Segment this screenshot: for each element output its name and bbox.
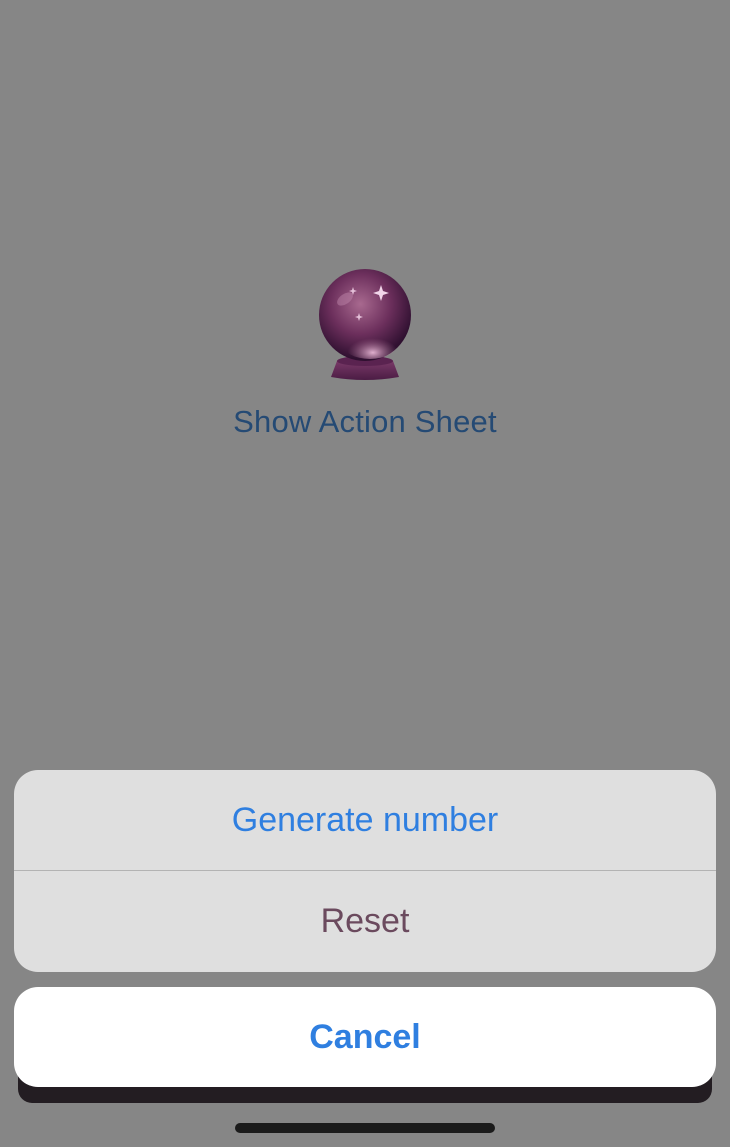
- app-screen: Show Action Sheet: [0, 0, 730, 1147]
- reset-button[interactable]: Reset: [14, 871, 716, 971]
- show-action-sheet-button[interactable]: Show Action Sheet: [0, 404, 730, 440]
- crystal-ball-icon: [315, 265, 415, 380]
- cancel-button[interactable]: Cancel: [14, 987, 716, 1087]
- generate-number-button[interactable]: Generate number: [14, 770, 716, 870]
- action-sheet: Generate number Reset: [14, 770, 716, 972]
- home-indicator[interactable]: [235, 1123, 495, 1133]
